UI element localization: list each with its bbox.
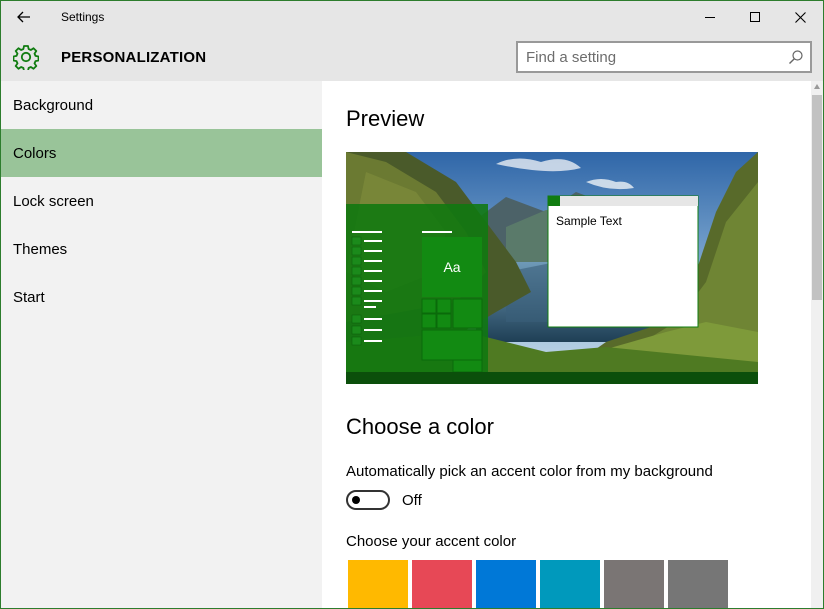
main-scrollbar[interactable] [811,81,823,608]
auto-accent-toggle[interactable] [346,490,390,510]
sidebar-item-background[interactable]: Background [1,81,322,129]
page-title: PERSONALIZATION [61,49,207,66]
close-icon [794,11,806,23]
accent-swatch[interactable] [540,560,600,608]
sidebar-item-lock-screen[interactable]: Lock screen [1,177,322,225]
preview-heading: Preview [346,106,425,131]
gear-icon [13,45,39,70]
app-title: Settings [61,10,105,24]
accent-swatch[interactable] [476,560,536,608]
close-button[interactable] [777,1,823,33]
maximize-button[interactable] [732,1,778,33]
sidebar-item-themes[interactable]: Themes [1,225,322,273]
accent-swatch[interactable] [348,560,408,608]
back-arrow-icon [17,11,30,23]
maximize-icon [750,12,760,22]
preview-tile-text: Aa [443,259,460,275]
minimize-icon [705,17,715,18]
sidebar-nav: Background Colors Lock screen Themes Sta… [1,81,322,608]
accent-swatch[interactable] [604,560,664,608]
accent-swatch[interactable] [412,560,472,608]
scroll-up-arrow-icon[interactable] [814,84,820,89]
back-button[interactable] [9,3,39,31]
settings-window: Settings PERSONALIZATION Backg [0,0,824,609]
scroll-thumb[interactable] [812,95,822,300]
auto-accent-label: Automatically pick an accent color from … [346,463,713,480]
main-content: Preview Aa Sample Text Choose a color Au… [322,81,811,608]
sidebar-item-colors[interactable]: Colors [1,129,322,177]
accent-swatch[interactable] [668,560,728,608]
search-input[interactable] [526,47,784,67]
search-icon[interactable] [788,49,804,65]
toggle-knob [352,496,360,504]
choose-color-heading: Choose a color [346,414,494,439]
page-header: PERSONALIZATION [1,33,823,81]
minimize-button[interactable] [687,1,733,33]
preview-image: Aa Sample Text [346,152,758,384]
sidebar-item-start[interactable]: Start [1,273,322,321]
landscape-preview: Aa Sample Text [346,152,758,384]
toggle-state-label: Off [402,492,422,509]
title-bar: Settings [1,1,823,33]
accent-color-label: Choose your accent color [346,533,517,550]
search-box[interactable] [516,41,812,73]
preview-sample-text: Sample Text [556,214,622,228]
